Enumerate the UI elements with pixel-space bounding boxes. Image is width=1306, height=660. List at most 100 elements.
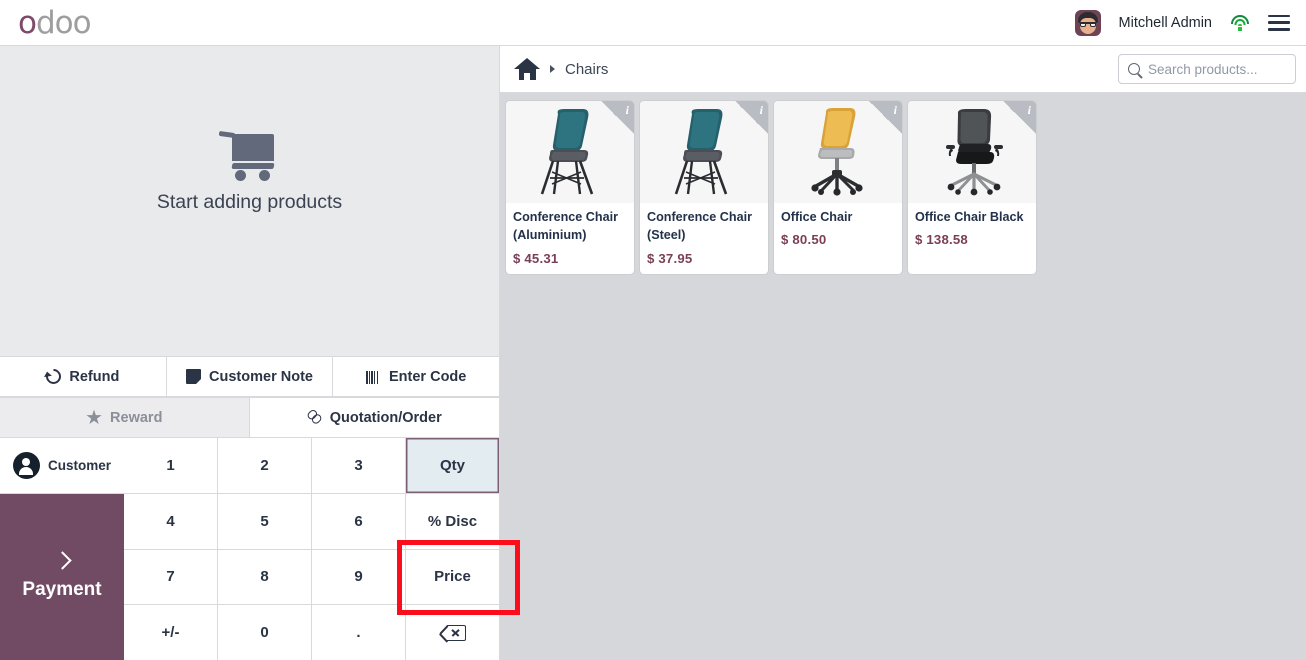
product-image: i: [908, 101, 1036, 203]
numpad-qty-button[interactable]: Qty: [406, 438, 499, 493]
product-image: i: [774, 101, 902, 203]
quotation-order-button[interactable]: Quotation/Order: [249, 398, 499, 438]
star-icon: [86, 409, 102, 425]
product-card[interactable]: i Conference Chair (Aluminium) $ 45.31: [506, 101, 634, 274]
customer-button-label: Customer: [47, 458, 111, 473]
user-avatar[interactable]: [1074, 9, 1101, 36]
numpad-key-1[interactable]: 1: [124, 438, 217, 493]
refund-button[interactable]: Refund: [0, 357, 167, 397]
order-actions-area: Customer Payment 1 2 3 Qty 4 5 6 % Disc: [0, 438, 499, 660]
info-badge-letter: i: [1027, 103, 1031, 117]
product-header: Chairs Search products...: [500, 46, 1306, 93]
product-card[interactable]: i Office Chair Black $ 138.58: [908, 101, 1036, 274]
numpad-decimal-button[interactable]: .: [312, 605, 405, 660]
numpad-key-4[interactable]: 4: [124, 493, 217, 549]
numpad-key-7-label: 7: [166, 568, 175, 586]
numpad-discount-button[interactable]: % Disc: [406, 493, 499, 549]
product-price: $ 138.58: [915, 232, 968, 248]
teal-conference-chair-image: [540, 109, 594, 195]
refund-button-label: Refund: [69, 368, 120, 385]
top-navbar: odoo Mitchell Admin: [0, 0, 1306, 46]
payment-button[interactable]: Payment: [0, 494, 124, 660]
numpad-price-button[interactable]: Price: [406, 549, 499, 605]
backspace-icon: [440, 624, 466, 641]
odoo-logo[interactable]: odoo: [18, 4, 92, 41]
product-card[interactable]: i Office Chair $ 80.50: [774, 101, 902, 274]
order-pane: Start adding products Refund Customer No…: [0, 46, 500, 660]
numpad-key-8[interactable]: 8: [218, 549, 311, 605]
numpad-key-3[interactable]: 3: [312, 438, 405, 493]
enter-code-button[interactable]: Enter Code: [333, 357, 500, 397]
product-image: i: [640, 101, 768, 203]
numpad-key-3-label: 3: [354, 456, 363, 474]
main-body: Start adding products Refund Customer No…: [0, 46, 1306, 660]
search-input[interactable]: Search products...: [1118, 54, 1296, 84]
numpad-discount-label: % Disc: [427, 512, 478, 530]
product-info-badge[interactable]: i: [735, 101, 768, 134]
numpad-key-9[interactable]: 9: [312, 549, 405, 605]
product-pane: Chairs Search products... i Conference C…: [500, 46, 1306, 660]
pos-application: odoo Mitchell Admin Start adding product…: [0, 0, 1306, 660]
numpad-sign-label: +/-: [161, 624, 180, 642]
empty-order-placeholder: Start adding products: [0, 46, 499, 356]
product-info-badge[interactable]: i: [869, 101, 902, 134]
numpad-key-5[interactable]: 5: [218, 493, 311, 549]
product-price: $ 45.31: [513, 250, 559, 266]
customer-button[interactable]: Customer: [0, 438, 124, 494]
product-name: Office Chair Black: [915, 210, 1024, 224]
user-name-label[interactable]: Mitchell Admin: [1119, 15, 1212, 31]
numpad-backspace-button[interactable]: [406, 605, 499, 660]
quotation-order-button-label: Quotation/Order: [329, 409, 442, 426]
numpad-key-9-label: 9: [354, 568, 363, 586]
payment-button-label: Payment: [22, 578, 102, 600]
product-card[interactable]: i Conference Chair (Steel) $ 37.95: [640, 101, 768, 274]
search-icon: [1128, 63, 1140, 75]
breadcrumb-category[interactable]: Chairs: [565, 61, 608, 78]
product-card-body: Conference Chair (Aluminium) $ 45.31: [506, 203, 634, 274]
chevron-right-icon: [52, 550, 72, 570]
customer-note-button-label: Customer Note: [209, 368, 313, 385]
note-icon: [186, 369, 202, 384]
info-badge-letter: i: [759, 103, 763, 117]
product-price: $ 80.50: [781, 232, 827, 248]
refund-undo-icon: [43, 365, 65, 388]
product-name: Office Chair: [781, 210, 853, 224]
enter-code-button-label: Enter Code: [389, 368, 467, 385]
black-office-chair-image: [946, 109, 1003, 196]
reward-button-label: Reward: [110, 409, 163, 426]
product-name: Conference Chair (Aluminium): [513, 210, 618, 243]
info-badge-letter: i: [893, 103, 897, 117]
numpad-qty-label: Qty: [439, 456, 465, 474]
barcode-icon: [366, 369, 381, 384]
wifi-icon[interactable]: [1230, 14, 1250, 31]
numpad-key-0[interactable]: 0: [218, 605, 311, 660]
product-card-body: Office Chair Black $ 138.58: [908, 203, 1036, 255]
customer-payment-column: Customer Payment: [0, 438, 124, 660]
hamburger-menu-icon[interactable]: [1268, 14, 1290, 31]
numpad-key-0-label: 0: [260, 624, 269, 642]
customer-note-button[interactable]: Customer Note: [166, 357, 334, 397]
shopping-cart-icon: [218, 129, 281, 181]
product-card-body: Conference Chair (Steel) $ 37.95: [640, 203, 768, 274]
numpad-key-4-label: 4: [166, 512, 175, 530]
numpad-key-6[interactable]: 6: [312, 493, 405, 549]
product-info-badge[interactable]: i: [601, 101, 634, 134]
search-placeholder: Search products...: [1148, 61, 1258, 77]
control-buttons-row-1: Refund Customer Note Enter Code: [0, 356, 500, 397]
home-icon[interactable]: [514, 58, 540, 80]
product-info-badge[interactable]: i: [1003, 101, 1036, 134]
numpad-sign-button[interactable]: +/-: [124, 605, 217, 660]
numpad-key-2[interactable]: 2: [218, 438, 311, 493]
empty-order-text: Start adding products: [156, 190, 343, 213]
link-icon: [304, 407, 325, 428]
product-image: i: [506, 101, 634, 203]
numpad-key-7[interactable]: 7: [124, 549, 217, 605]
logo-first-letter: o: [18, 4, 37, 41]
numpad: 1 2 3 Qty 4 5 6 % Disc 7 8 9 Price +/- 0…: [124, 438, 499, 660]
info-badge-letter: i: [625, 103, 629, 117]
numpad-price-label: Price: [434, 568, 471, 586]
numpad-key-2-label: 2: [260, 456, 269, 474]
product-price: $ 37.95: [647, 250, 693, 266]
product-name: Conference Chair (Steel): [647, 210, 752, 243]
reward-button[interactable]: Reward: [0, 398, 250, 438]
